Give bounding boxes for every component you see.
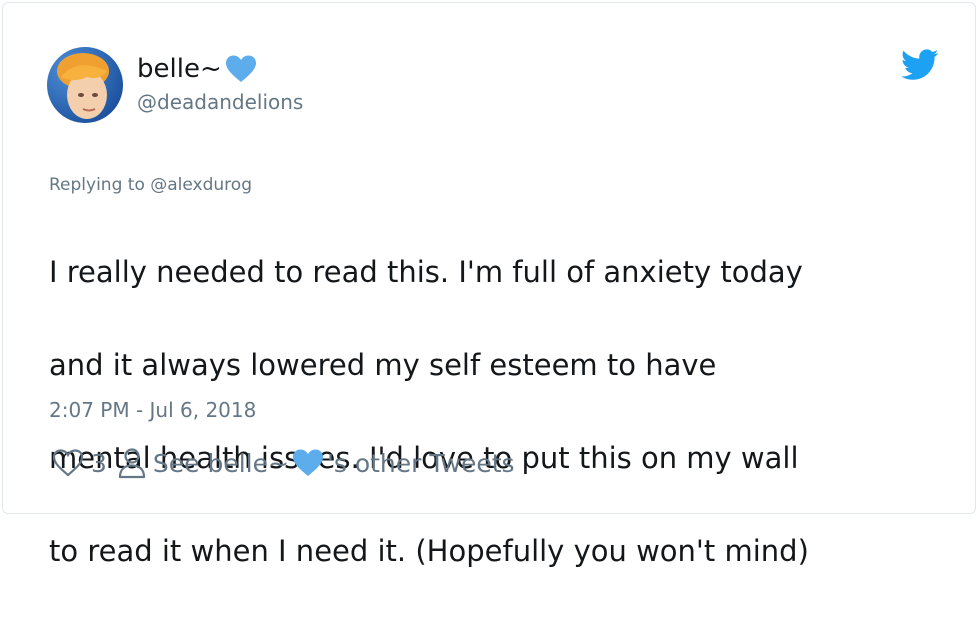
- replying-to-label: Replying to: [49, 175, 151, 195]
- author-handle[interactable]: @deadandelions: [137, 89, 303, 115]
- replying-to-link[interactable]: @alexdurog: [150, 175, 252, 195]
- like-count[interactable]: 3: [91, 449, 107, 478]
- see-other-tweets-prefix: See belle~: [152, 448, 289, 478]
- person-outline-icon[interactable]: [117, 447, 147, 479]
- tweet-timestamp[interactable]: 2:07 PM - Jul 6, 2018: [49, 395, 256, 425]
- replying-to-line: Replying to @alexdurog: [49, 173, 252, 197]
- blue-heart-emoji-icon: [225, 55, 256, 82]
- tweet-card: belle~ @deadandelions Replying to @alexd…: [2, 2, 976, 568]
- blue-heart-emoji-icon: [292, 449, 323, 476]
- heart-outline-icon[interactable]: [51, 448, 85, 478]
- tweet-text-line: and it always lowered my self esteem to …: [49, 347, 717, 382]
- author-name-row[interactable]: belle~: [137, 51, 258, 87]
- twitter-bird-icon[interactable]: [901, 49, 939, 81]
- see-other-tweets-suffix: 's other Tweets: [326, 448, 515, 478]
- avatar-image: [47, 47, 123, 123]
- avatar[interactable]: [47, 47, 123, 123]
- tweet-text-line: I really needed to read this. I'm full o…: [49, 254, 803, 289]
- tweet-text-line: to read it when I need it. (Hopefully yo…: [49, 533, 809, 568]
- see-other-tweets-link[interactable]: See belle~ 's other Tweets: [153, 448, 515, 478]
- display-name[interactable]: belle~: [137, 51, 222, 87]
- tweet-actions: 3 See belle~ 's other Tweets: [51, 443, 515, 483]
